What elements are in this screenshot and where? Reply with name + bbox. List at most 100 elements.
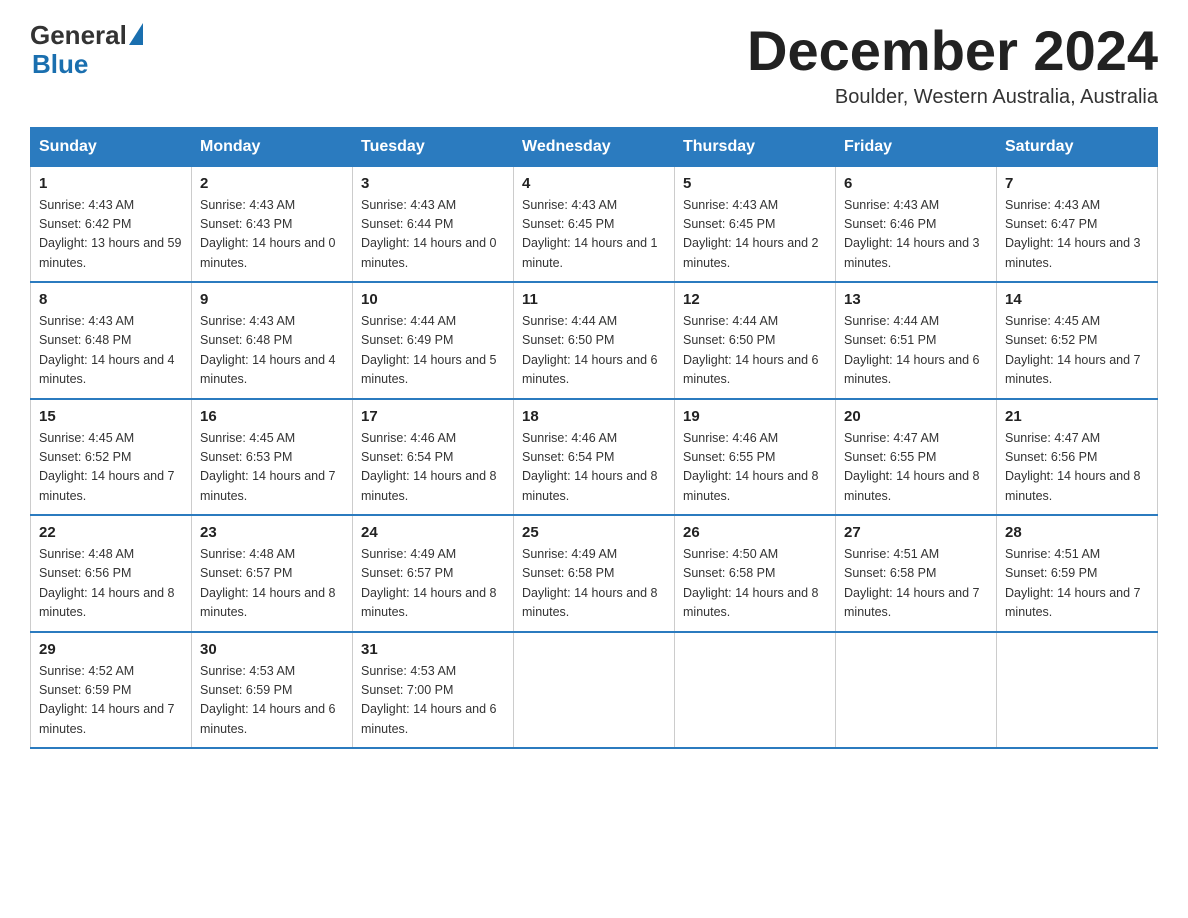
calendar-cell: 8 Sunrise: 4:43 AMSunset: 6:48 PMDaylight…: [31, 282, 192, 399]
calendar-cell: 17 Sunrise: 4:46 AMSunset: 6:54 PMDayligh…: [353, 399, 514, 516]
calendar-cell: 20 Sunrise: 4:47 AMSunset: 6:55 PMDayligh…: [836, 399, 997, 516]
calendar-cell: 31 Sunrise: 4:53 AMSunset: 7:00 PMDayligh…: [353, 632, 514, 749]
calendar-table: SundayMondayTuesdayWednesdayThursdayFrid…: [30, 127, 1158, 750]
day-info: Sunrise: 4:45 AMSunset: 6:52 PMDaylight:…: [39, 429, 183, 507]
day-number: 31: [361, 641, 505, 658]
calendar-cell: 30 Sunrise: 4:53 AMSunset: 6:59 PMDayligh…: [192, 632, 353, 749]
calendar-header-row: SundayMondayTuesdayWednesdayThursdayFrid…: [31, 127, 1158, 166]
day-number: 17: [361, 408, 505, 425]
calendar-cell: 16 Sunrise: 4:45 AMSunset: 6:53 PMDayligh…: [192, 399, 353, 516]
day-info: Sunrise: 4:50 AMSunset: 6:58 PMDaylight:…: [683, 545, 827, 623]
day-info: Sunrise: 4:51 AMSunset: 6:59 PMDaylight:…: [1005, 545, 1149, 623]
day-info: Sunrise: 4:51 AMSunset: 6:58 PMDaylight:…: [844, 545, 988, 623]
day-info: Sunrise: 4:43 AMSunset: 6:44 PMDaylight:…: [361, 196, 505, 274]
day-number: 16: [200, 408, 344, 425]
calendar-cell: 14 Sunrise: 4:45 AMSunset: 6:52 PMDayligh…: [997, 282, 1158, 399]
calendar-cell: 22Sunrise: 4:48 AMSunset: 6:56 PMDayligh…: [31, 515, 192, 632]
day-info: Sunrise: 4:48 AMSunset: 6:56 PMDaylight:…: [39, 545, 183, 623]
day-number: 19: [683, 408, 827, 425]
calendar-cell: 15 Sunrise: 4:45 AMSunset: 6:52 PMDayligh…: [31, 399, 192, 516]
day-number: 18: [522, 408, 666, 425]
calendar-cell: 26 Sunrise: 4:50 AMSunset: 6:58 PMDayligh…: [675, 515, 836, 632]
day-number: 26: [683, 524, 827, 541]
day-info: Sunrise: 4:49 AMSunset: 6:58 PMDaylight:…: [522, 545, 666, 623]
logo-general-text: General: [30, 20, 127, 51]
day-info: Sunrise: 4:43 AMSunset: 6:45 PMDaylight:…: [522, 196, 666, 274]
day-number: 7: [1005, 175, 1149, 192]
day-number: 1: [39, 175, 183, 192]
calendar-cell: 25Sunrise: 4:49 AMSunset: 6:58 PMDayligh…: [514, 515, 675, 632]
calendar-cell: 2 Sunrise: 4:43 AMSunset: 6:43 PMDaylight…: [192, 166, 353, 282]
weekday-header-sunday: Sunday: [31, 127, 192, 166]
day-number: 2: [200, 175, 344, 192]
day-info: Sunrise: 4:43 AMSunset: 6:43 PMDaylight:…: [200, 196, 344, 274]
day-info: Sunrise: 4:53 AMSunset: 7:00 PMDaylight:…: [361, 662, 505, 740]
day-number: 21: [1005, 408, 1149, 425]
day-info: Sunrise: 4:46 AMSunset: 6:54 PMDaylight:…: [361, 429, 505, 507]
day-info: Sunrise: 4:52 AMSunset: 6:59 PMDaylight:…: [39, 662, 183, 740]
calendar-cell: 21 Sunrise: 4:47 AMSunset: 6:56 PMDayligh…: [997, 399, 1158, 516]
day-info: Sunrise: 4:47 AMSunset: 6:56 PMDaylight:…: [1005, 429, 1149, 507]
logo-triangle-icon: [129, 23, 143, 45]
calendar-week-row: 8 Sunrise: 4:43 AMSunset: 6:48 PMDaylight…: [31, 282, 1158, 399]
calendar-cell: 12 Sunrise: 4:44 AMSunset: 6:50 PMDayligh…: [675, 282, 836, 399]
calendar-cell: 9 Sunrise: 4:43 AMSunset: 6:48 PMDaylight…: [192, 282, 353, 399]
day-number: 5: [683, 175, 827, 192]
day-number: 11: [522, 291, 666, 308]
weekday-header-thursday: Thursday: [675, 127, 836, 166]
calendar-cell: 1Sunrise: 4:43 AMSunset: 6:42 PMDaylight…: [31, 166, 192, 282]
calendar-cell: 7 Sunrise: 4:43 AMSunset: 6:47 PMDaylight…: [997, 166, 1158, 282]
day-info: Sunrise: 4:53 AMSunset: 6:59 PMDaylight:…: [200, 662, 344, 740]
location-subtitle: Boulder, Western Australia, Australia: [747, 86, 1158, 109]
day-number: 9: [200, 291, 344, 308]
day-info: Sunrise: 4:46 AMSunset: 6:55 PMDaylight:…: [683, 429, 827, 507]
calendar-week-row: 1Sunrise: 4:43 AMSunset: 6:42 PMDaylight…: [31, 166, 1158, 282]
calendar-cell: 27 Sunrise: 4:51 AMSunset: 6:58 PMDayligh…: [836, 515, 997, 632]
day-info: Sunrise: 4:43 AMSunset: 6:47 PMDaylight:…: [1005, 196, 1149, 274]
month-title: December 2024: [747, 20, 1158, 82]
day-info: Sunrise: 4:44 AMSunset: 6:49 PMDaylight:…: [361, 312, 505, 390]
day-info: Sunrise: 4:45 AMSunset: 6:53 PMDaylight:…: [200, 429, 344, 507]
day-info: Sunrise: 4:48 AMSunset: 6:57 PMDaylight:…: [200, 545, 344, 623]
calendar-cell: 4 Sunrise: 4:43 AMSunset: 6:45 PMDaylight…: [514, 166, 675, 282]
day-number: 30: [200, 641, 344, 658]
day-number: 23: [200, 524, 344, 541]
calendar-cell: 23 Sunrise: 4:48 AMSunset: 6:57 PMDayligh…: [192, 515, 353, 632]
calendar-cell: 6 Sunrise: 4:43 AMSunset: 6:46 PMDaylight…: [836, 166, 997, 282]
day-number: 14: [1005, 291, 1149, 308]
calendar-cell: 5Sunrise: 4:43 AMSunset: 6:45 PMDaylight…: [675, 166, 836, 282]
day-number: 8: [39, 291, 183, 308]
day-info: Sunrise: 4:45 AMSunset: 6:52 PMDaylight:…: [1005, 312, 1149, 390]
weekday-header-saturday: Saturday: [997, 127, 1158, 166]
calendar-cell: 24 Sunrise: 4:49 AMSunset: 6:57 PMDayligh…: [353, 515, 514, 632]
calendar-cell: 11Sunrise: 4:44 AMSunset: 6:50 PMDayligh…: [514, 282, 675, 399]
calendar-cell: 13Sunrise: 4:44 AMSunset: 6:51 PMDayligh…: [836, 282, 997, 399]
day-info: Sunrise: 4:43 AMSunset: 6:48 PMDaylight:…: [39, 312, 183, 390]
calendar-cell: 18Sunrise: 4:46 AMSunset: 6:54 PMDayligh…: [514, 399, 675, 516]
calendar-cell: [675, 632, 836, 749]
day-info: Sunrise: 4:43 AMSunset: 6:48 PMDaylight:…: [200, 312, 344, 390]
day-info: Sunrise: 4:49 AMSunset: 6:57 PMDaylight:…: [361, 545, 505, 623]
day-number: 4: [522, 175, 666, 192]
day-number: 15: [39, 408, 183, 425]
day-number: 13: [844, 291, 988, 308]
weekday-header-wednesday: Wednesday: [514, 127, 675, 166]
day-info: Sunrise: 4:47 AMSunset: 6:55 PMDaylight:…: [844, 429, 988, 507]
day-number: 27: [844, 524, 988, 541]
day-info: Sunrise: 4:44 AMSunset: 6:50 PMDaylight:…: [683, 312, 827, 390]
day-number: 24: [361, 524, 505, 541]
weekday-header-monday: Monday: [192, 127, 353, 166]
calendar-cell: 3 Sunrise: 4:43 AMSunset: 6:44 PMDaylight…: [353, 166, 514, 282]
day-number: 28: [1005, 524, 1149, 541]
calendar-week-row: 22Sunrise: 4:48 AMSunset: 6:56 PMDayligh…: [31, 515, 1158, 632]
calendar-cell: 10 Sunrise: 4:44 AMSunset: 6:49 PMDayligh…: [353, 282, 514, 399]
calendar-week-row: 15 Sunrise: 4:45 AMSunset: 6:52 PMDayligh…: [31, 399, 1158, 516]
day-number: 3: [361, 175, 505, 192]
weekday-header-tuesday: Tuesday: [353, 127, 514, 166]
day-info: Sunrise: 4:43 AMSunset: 6:46 PMDaylight:…: [844, 196, 988, 274]
day-number: 12: [683, 291, 827, 308]
day-number: 6: [844, 175, 988, 192]
day-number: 20: [844, 408, 988, 425]
day-number: 10: [361, 291, 505, 308]
calendar-cell: 28 Sunrise: 4:51 AMSunset: 6:59 PMDayligh…: [997, 515, 1158, 632]
